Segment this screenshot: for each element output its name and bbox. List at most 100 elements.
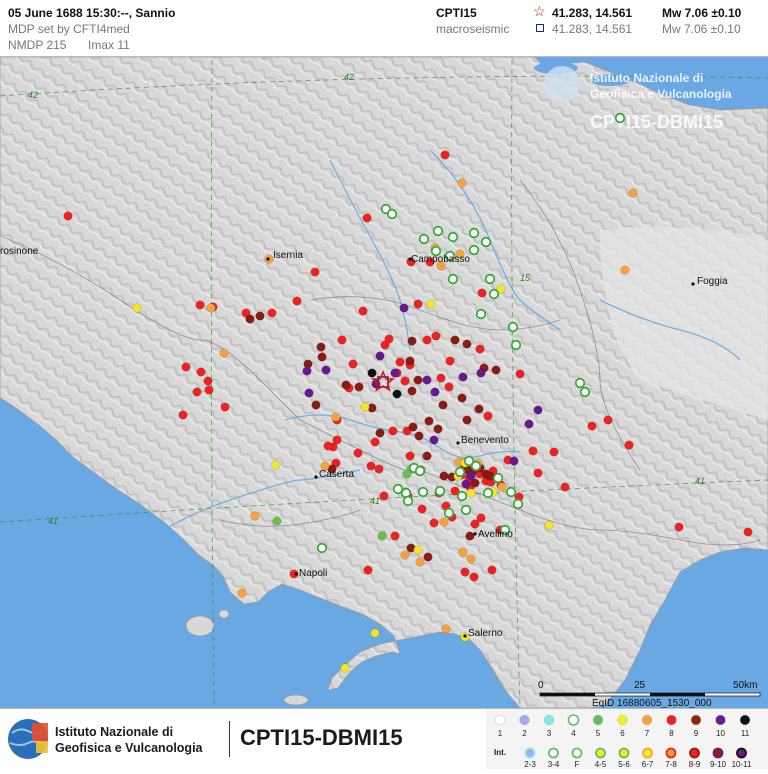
intensity-marker-7[interactable] bbox=[466, 554, 476, 564]
intensity-marker-4[interactable] bbox=[470, 460, 482, 472]
intensity-marker-4[interactable] bbox=[454, 466, 466, 478]
intensity-marker-9[interactable] bbox=[317, 352, 327, 362]
intensity-marker-8[interactable] bbox=[533, 468, 543, 478]
intensity-marker-10[interactable] bbox=[458, 372, 468, 382]
intensity-marker-4[interactable] bbox=[484, 273, 496, 285]
intensity-marker-9[interactable] bbox=[375, 428, 385, 438]
intensity-marker-8[interactable] bbox=[405, 451, 415, 461]
intensity-marker-9[interactable] bbox=[341, 380, 351, 390]
intensity-marker-8[interactable] bbox=[379, 491, 389, 501]
intensity-marker-7[interactable] bbox=[237, 588, 247, 598]
intensity-marker-10[interactable] bbox=[422, 375, 432, 385]
intensity-marker-8[interactable] bbox=[445, 356, 455, 366]
intensity-marker-9[interactable] bbox=[462, 339, 472, 349]
intensity-marker-4[interactable] bbox=[414, 465, 426, 477]
intensity-marker-9[interactable] bbox=[439, 471, 449, 481]
intensity-marker-8[interactable] bbox=[388, 426, 398, 436]
intensity-marker-4[interactable] bbox=[386, 208, 398, 220]
intensity-marker-8[interactable] bbox=[362, 213, 372, 223]
intensity-marker-4[interactable] bbox=[447, 273, 459, 285]
intensity-marker-8[interactable] bbox=[292, 296, 302, 306]
intensity-marker-6[interactable] bbox=[340, 663, 350, 673]
intensity-marker-8[interactable] bbox=[460, 567, 470, 577]
intensity-marker-8[interactable] bbox=[195, 300, 205, 310]
intensity-marker-10[interactable] bbox=[304, 388, 314, 398]
intensity-marker-7[interactable] bbox=[219, 348, 229, 358]
intensity-marker-4[interactable] bbox=[482, 487, 494, 499]
intensity-marker-4[interactable] bbox=[447, 231, 459, 243]
intensity-marker-7[interactable] bbox=[439, 517, 449, 527]
intensity-marker-8[interactable] bbox=[395, 357, 405, 367]
intensity-marker-9[interactable] bbox=[423, 552, 433, 562]
intensity-marker-8[interactable] bbox=[348, 359, 358, 369]
intensity-marker-8[interactable] bbox=[477, 288, 487, 298]
intensity-map[interactable]: 42 42 41 41 41 15 Istituto Nazionale di … bbox=[0, 57, 768, 708]
intensity-marker-7[interactable] bbox=[620, 265, 630, 275]
intensity-marker-8[interactable] bbox=[487, 565, 497, 575]
intensity-marker-6[interactable] bbox=[466, 488, 476, 498]
intensity-marker-4[interactable] bbox=[456, 490, 468, 502]
intensity-marker-8[interactable] bbox=[63, 211, 73, 221]
intensity-marker-9[interactable] bbox=[354, 382, 364, 392]
intensity-marker-8[interactable] bbox=[267, 308, 277, 318]
intensity-marker-8[interactable] bbox=[603, 415, 613, 425]
intensity-marker-9[interactable] bbox=[465, 531, 475, 541]
intensity-marker-4[interactable] bbox=[475, 308, 487, 320]
intensity-marker-7[interactable] bbox=[441, 624, 451, 634]
intensity-marker-9[interactable] bbox=[407, 336, 417, 346]
intensity-marker-6[interactable] bbox=[370, 628, 380, 638]
intensity-marker-8[interactable] bbox=[483, 411, 493, 421]
intensity-marker-6[interactable] bbox=[426, 299, 436, 309]
intensity-marker-9[interactable] bbox=[414, 431, 424, 441]
intensity-marker-8[interactable] bbox=[476, 513, 486, 523]
intensity-marker-9[interactable] bbox=[457, 393, 467, 403]
intensity-marker-10[interactable] bbox=[461, 479, 471, 489]
intensity-marker-8[interactable] bbox=[436, 373, 446, 383]
intensity-marker-4[interactable] bbox=[402, 495, 414, 507]
intensity-marker-10[interactable] bbox=[429, 435, 439, 445]
intensity-marker-10[interactable] bbox=[321, 365, 331, 375]
intensity-marker-4[interactable] bbox=[574, 377, 586, 389]
intensity-marker-9[interactable] bbox=[311, 400, 321, 410]
intensity-marker-8[interactable] bbox=[178, 410, 188, 420]
intensity-marker-9[interactable] bbox=[438, 400, 448, 410]
intensity-marker-8[interactable] bbox=[400, 376, 410, 386]
intensity-marker-4[interactable] bbox=[505, 486, 517, 498]
intensity-marker-8[interactable] bbox=[469, 572, 479, 582]
intensity-marker-8[interactable] bbox=[337, 335, 347, 345]
intensity-marker-8[interactable] bbox=[196, 367, 206, 377]
intensity-marker-10[interactable] bbox=[533, 405, 543, 415]
intensity-marker-9[interactable] bbox=[245, 314, 255, 324]
intensity-marker-10[interactable] bbox=[302, 366, 312, 376]
intensity-marker-8[interactable] bbox=[549, 447, 559, 457]
intensity-marker-8[interactable] bbox=[560, 482, 570, 492]
intensity-marker-4[interactable] bbox=[488, 288, 500, 300]
intensity-marker-7[interactable] bbox=[400, 550, 410, 560]
intensity-marker-11[interactable] bbox=[367, 368, 377, 378]
intensity-marker-4[interactable] bbox=[432, 225, 444, 237]
intensity-marker-9[interactable] bbox=[433, 424, 443, 434]
intensity-marker-9[interactable] bbox=[424, 416, 434, 426]
intensity-marker-6[interactable] bbox=[271, 460, 281, 470]
intensity-marker-4[interactable] bbox=[579, 386, 591, 398]
intensity-marker-6[interactable] bbox=[544, 520, 554, 530]
intensity-marker-4[interactable] bbox=[510, 339, 522, 351]
intensity-marker-8[interactable] bbox=[310, 267, 320, 277]
intensity-marker-8[interactable] bbox=[422, 335, 432, 345]
intensity-marker-10[interactable] bbox=[509, 456, 519, 466]
intensity-marker-8[interactable] bbox=[413, 299, 423, 309]
intensity-marker-8[interactable] bbox=[528, 446, 538, 456]
intensity-marker-8[interactable] bbox=[192, 387, 202, 397]
intensity-marker-9[interactable] bbox=[316, 342, 326, 352]
intensity-marker-6[interactable] bbox=[132, 303, 142, 313]
intensity-marker-9[interactable] bbox=[462, 415, 472, 425]
intensity-marker-9[interactable] bbox=[474, 404, 484, 414]
intensity-marker-10[interactable] bbox=[466, 471, 476, 481]
intensity-marker-8[interactable] bbox=[390, 531, 400, 541]
intensity-marker-9[interactable] bbox=[450, 335, 460, 345]
intensity-marker-8[interactable] bbox=[440, 150, 450, 160]
intensity-marker-8[interactable] bbox=[444, 382, 454, 392]
intensity-marker-6[interactable] bbox=[413, 545, 423, 555]
intensity-marker-9[interactable] bbox=[491, 365, 501, 375]
intensity-marker-8[interactable] bbox=[475, 344, 485, 354]
